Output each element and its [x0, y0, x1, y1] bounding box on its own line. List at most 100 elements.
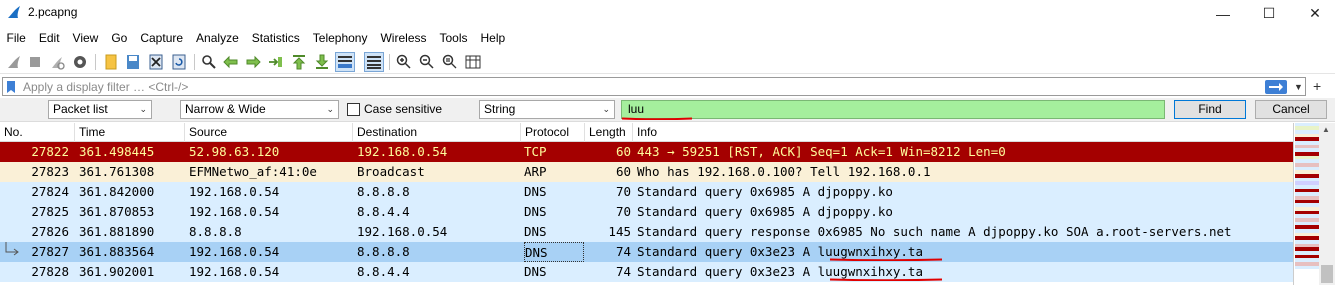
- display-filter-input[interactable]: Apply a display filter … <Ctrl-/> ▼: [2, 77, 1306, 96]
- query-annotation-underline: [622, 117, 692, 120]
- cell-proto: DNS: [524, 264, 547, 279]
- zoom-in-icon[interactable]: [394, 52, 414, 72]
- find-packet-icon[interactable]: [199, 52, 219, 72]
- menu-wireless[interactable]: Wireless: [374, 28, 433, 48]
- menu-capture[interactable]: Capture: [134, 28, 190, 48]
- menu-view[interactable]: View: [66, 28, 105, 48]
- go-to-packet-icon[interactable]: [266, 52, 286, 72]
- go-first-icon[interactable]: [289, 52, 309, 72]
- column-header-time[interactable]: Time: [75, 123, 185, 142]
- add-filter-button[interactable]: +: [1313, 77, 1321, 95]
- menu-statistics[interactable]: Statistics: [245, 28, 306, 48]
- options-gear-icon[interactable]: [70, 52, 90, 72]
- table-row[interactable]: 27827 361.883564 192.168.0.54 8.8.8.8 DNS 74 S…: [0, 242, 1293, 262]
- cell-src: 192.168.0.54: [189, 204, 280, 219]
- cell-time: 361.870853: [79, 204, 155, 219]
- table-row[interactable]: 27823 361.761308 EFMNetwo_af:41:0e Broadcas…: [0, 162, 1293, 182]
- case-sensitive-checkbox[interactable]: [347, 103, 360, 116]
- cell-no: 27823: [31, 164, 69, 179]
- char-width-select[interactable]: Narrow & Wide ⌄: [180, 100, 339, 119]
- colorize-icon[interactable]: [364, 52, 384, 72]
- column-header-destination[interactable]: Destination: [353, 123, 521, 142]
- cell-time: 361.842000: [79, 184, 155, 199]
- cell-proto: DNS: [524, 204, 547, 219]
- minimize-icon: —: [1216, 5, 1230, 22]
- cell-len: 74: [615, 264, 631, 279]
- go-forward-icon[interactable]: [243, 52, 263, 72]
- table-row[interactable]: 27825 361.870853 192.168.0.54 8.8.4.4 DNS 70 S…: [0, 202, 1293, 222]
- cell-proto: TCP: [524, 144, 547, 159]
- cell-time: 361.883564: [79, 244, 155, 259]
- menu-bar: File Edit View Go Capture Analyze Statis…: [0, 28, 1335, 48]
- cell-no: 27826: [31, 224, 69, 239]
- cell-info: Standard query 0x3e23 A luugwnxihxy.ta: [637, 244, 923, 259]
- cell-len: 70: [615, 184, 631, 199]
- scroll-thumb[interactable]: [1321, 265, 1333, 283]
- menu-edit[interactable]: Edit: [32, 28, 66, 48]
- search-type-value: String: [484, 102, 516, 116]
- column-header-info[interactable]: Info: [633, 123, 1293, 142]
- title-bar: 2.pcapng — ☐ ✕: [0, 0, 1335, 27]
- cell-dst: 192.168.0.54: [357, 144, 448, 159]
- go-last-icon[interactable]: [312, 52, 332, 72]
- table-row[interactable]: 27824 361.842000 192.168.0.54 8.8.8.8 DNS 70 S…: [0, 182, 1293, 202]
- cell-proto: DNS: [524, 242, 584, 262]
- cell-info: Standard query 0x6985 A djpoppy.ko: [637, 184, 893, 199]
- open-file-icon[interactable]: [101, 52, 121, 72]
- restart-icon[interactable]: [47, 52, 67, 72]
- table-row[interactable]: 27828 361.902001 192.168.0.54 8.8.4.4 DNS 74 S…: [0, 262, 1293, 282]
- cell-src: EFMNetwo_af:41:0e: [189, 164, 317, 179]
- minimize-button[interactable]: —: [1200, 0, 1246, 27]
- column-header-length[interactable]: Length: [585, 123, 633, 142]
- scroll-up-icon[interactable]: ▲: [1322, 125, 1330, 134]
- zoom-normal-icon[interactable]: [440, 52, 460, 72]
- stop-icon[interactable]: [25, 52, 45, 72]
- close-button[interactable]: ✕: [1292, 0, 1335, 27]
- zoom-out-icon[interactable]: [417, 52, 437, 72]
- table-row[interactable]: 27822 361.498445 52.98.63.120 192.168.0.54 T…: [0, 142, 1293, 162]
- maximize-button[interactable]: ☐: [1246, 0, 1292, 27]
- find-query-input[interactable]: luu: [621, 100, 1165, 119]
- bookmark-icon[interactable]: [5, 80, 17, 94]
- menu-go[interactable]: Go: [105, 28, 134, 48]
- vertical-scrollbar[interactable]: ▲: [1319, 123, 1335, 285]
- cell-src: 192.168.0.54: [189, 244, 280, 259]
- menu-telephony[interactable]: Telephony: [306, 28, 374, 48]
- cell-proto: DNS: [524, 224, 547, 239]
- packet-list-header: No. Time Source Destination Protocol Len…: [0, 123, 1293, 142]
- column-header-source[interactable]: Source: [185, 123, 353, 142]
- arrow-right-icon: [1269, 83, 1283, 91]
- menu-help[interactable]: Help: [474, 28, 512, 48]
- cell-info: Who has 192.168.0.100? Tell 192.168.0.1: [637, 164, 931, 179]
- cell-no: 27828: [31, 264, 69, 279]
- find-button[interactable]: Find: [1174, 100, 1246, 119]
- minimap-mark: [1295, 266, 1319, 269]
- menu-file[interactable]: File: [0, 28, 32, 48]
- related-packet-arrow-icon: [5, 242, 19, 256]
- cell-dst: 8.8.4.4: [357, 264, 410, 279]
- menu-analyze[interactable]: Analyze: [190, 28, 246, 48]
- search-in-value: Packet list: [53, 102, 108, 116]
- menu-tools[interactable]: Tools: [433, 28, 474, 48]
- column-header-protocol[interactable]: Protocol: [521, 123, 585, 142]
- cancel-button[interactable]: Cancel: [1255, 100, 1327, 119]
- go-back-icon[interactable]: [221, 52, 241, 72]
- save-file-icon[interactable]: [123, 52, 143, 72]
- close-file-icon[interactable]: [146, 52, 166, 72]
- column-header-no[interactable]: No.: [0, 123, 75, 142]
- cell-time: 361.881890: [79, 224, 155, 239]
- resize-columns-icon[interactable]: [463, 52, 483, 72]
- search-in-select[interactable]: Packet list ⌄: [48, 100, 152, 119]
- table-row[interactable]: 27826 361.881890 8.8.8.8 192.168.0.54 DNS 145…: [0, 222, 1293, 242]
- apply-filter-button[interactable]: [1265, 80, 1287, 94]
- packet-minimap[interactable]: [1293, 123, 1319, 285]
- cell-src: 192.168.0.54: [189, 264, 280, 279]
- chevron-down-icon: ⌄: [602, 104, 610, 114]
- cell-dst: 8.8.8.8: [357, 184, 410, 199]
- cell-dst: 8.8.8.8: [357, 244, 410, 259]
- autoscroll-icon[interactable]: [335, 52, 355, 72]
- reload-icon[interactable]: [169, 52, 189, 72]
- chevron-down-icon[interactable]: ▼: [1294, 78, 1303, 96]
- search-type-select[interactable]: String ⌄: [479, 100, 615, 119]
- shark-fin-start-icon[interactable]: [4, 52, 24, 72]
